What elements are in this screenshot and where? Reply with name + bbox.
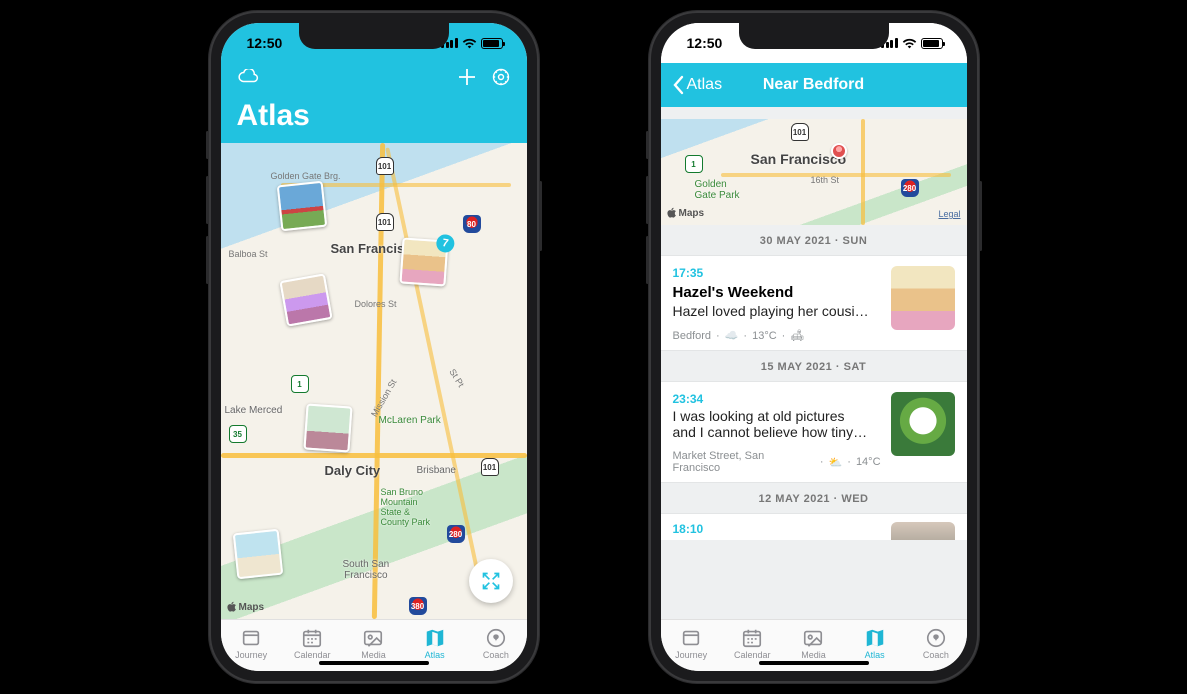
entry-thumbnail: [891, 392, 955, 456]
battery-icon: [921, 38, 943, 49]
wifi-icon: [462, 38, 477, 49]
map-poi-label: McLaren Park: [379, 415, 441, 426]
weather-icon: ☁️: [725, 329, 739, 342]
weather-icon: ⛅: [829, 456, 843, 469]
notch: [299, 23, 449, 49]
entries-list[interactable]: 30 MAY 2021 · SUN 17:35 Hazel's Weekend …: [661, 225, 967, 619]
tab-atlas[interactable]: Atlas: [847, 627, 903, 660]
tab-journey[interactable]: Journey: [663, 627, 719, 660]
journal-entry[interactable]: 23:34 I was looking at old pictures and …: [661, 381, 967, 483]
tab-media[interactable]: Media: [345, 627, 401, 660]
journal-entry-peek[interactable]: 18:10: [661, 513, 967, 540]
date-header: 15 MAY 2021 · SAT: [661, 351, 967, 381]
tab-coach[interactable]: Coach: [908, 627, 964, 660]
map-provider-badge: Maps: [227, 601, 265, 613]
phone-right: 12:50 Atlas Near Bedford 101 280: [649, 11, 979, 683]
entry-snippet: I was looking at old pictures and I cann…: [673, 408, 881, 440]
tab-journey[interactable]: Journey: [223, 627, 279, 660]
tab-media[interactable]: Media: [785, 627, 841, 660]
photo-pin[interactable]: [303, 403, 352, 452]
date-header: 30 MAY 2021 · SUN: [661, 225, 967, 255]
status-time: 12:50: [687, 35, 737, 51]
date-header: 12 MAY 2021 · WED: [661, 483, 967, 513]
entry-meta: Bedford· ☁️· 13°C· 🛋: [673, 329, 881, 342]
chevron-left-icon: [671, 75, 685, 95]
tab-calendar[interactable]: Calendar: [724, 627, 780, 660]
map-poi-label: Lake Merced: [225, 405, 283, 416]
map-poi-label: San Bruno Mountain State & County Park: [381, 487, 431, 527]
activity-icon: 🛋: [790, 329, 804, 342]
tab-calendar[interactable]: Calendar: [284, 627, 340, 660]
tab-coach[interactable]: Coach: [468, 627, 524, 660]
entry-snippet: Hazel loved playing her cousi…: [673, 303, 881, 319]
road-label: Balboa St: [229, 249, 268, 259]
road-label: Golden Gate Brg.: [271, 171, 341, 181]
battery-icon: [481, 38, 503, 49]
photo-pin[interactable]: [276, 181, 327, 232]
road-label: 16th St: [811, 175, 840, 185]
add-button[interactable]: [457, 67, 477, 92]
entry-time: 23:34: [673, 392, 881, 406]
photo-pin[interactable]: 7: [399, 237, 448, 286]
tab-atlas[interactable]: Atlas: [407, 627, 463, 660]
home-indicator[interactable]: [759, 661, 869, 665]
notch: [739, 23, 889, 49]
map-legal-link[interactable]: Legal: [938, 209, 960, 219]
back-button[interactable]: Atlas: [671, 75, 723, 95]
map-provider-badge: Maps: [667, 207, 705, 219]
photo-pin[interactable]: [279, 273, 332, 326]
road-label: Dolores St: [355, 299, 397, 309]
entry-thumbnail: [891, 266, 955, 330]
map-pin-icon: [831, 143, 847, 159]
entry-title: Hazel's Weekend: [673, 284, 881, 301]
map-city-label: Daly City: [325, 463, 381, 478]
expand-map-button[interactable]: [469, 559, 513, 603]
wifi-icon: [902, 38, 917, 49]
nav-bar: Atlas Near Bedford: [661, 63, 967, 107]
map-canvas[interactable]: Balboa St Dolores St Mission St Golden G…: [221, 143, 527, 619]
phone-left: 12:50: [209, 11, 539, 683]
map-poi-label: Brisbane: [417, 465, 456, 476]
road-label: St Pt: [447, 367, 466, 389]
cloud-sync-icon[interactable]: [237, 69, 259, 90]
map-poi-label: Golden Gate Park: [695, 179, 740, 201]
entry-time: 18:10: [673, 522, 704, 536]
entry-time: 17:35: [673, 266, 881, 280]
home-indicator[interactable]: [319, 661, 429, 665]
photo-pin[interactable]: [232, 529, 283, 580]
map-poi-label: South San Francisco: [343, 559, 390, 581]
status-time: 12:50: [247, 35, 297, 51]
journal-entry[interactable]: 17:35 Hazel's Weekend Hazel loved playin…: [661, 255, 967, 351]
road-label: Mission St: [369, 378, 398, 419]
settings-icon[interactable]: [491, 67, 511, 92]
entry-meta: Market Street, San Francisco· ⛅· 14°C: [673, 450, 881, 474]
mini-map[interactable]: 101 280 1 San Francisco Golden Gate Park…: [661, 119, 967, 225]
entry-thumbnail: [891, 522, 955, 540]
pin-count-badge: 7: [434, 233, 455, 254]
page-title: Atlas: [237, 99, 511, 133]
header: Atlas: [221, 63, 527, 143]
map-view[interactable]: Balboa St Dolores St Mission St Golden G…: [221, 143, 527, 619]
